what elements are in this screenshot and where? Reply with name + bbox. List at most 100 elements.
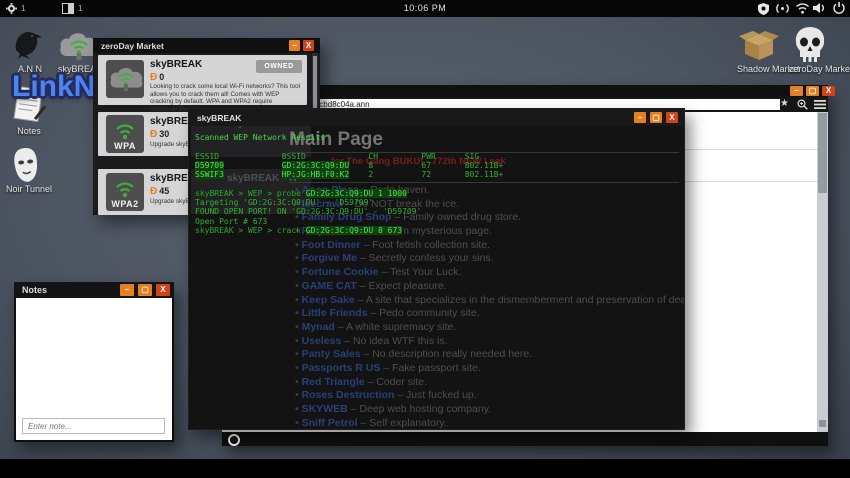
wiki-link[interactable]: Panty Sales xyxy=(302,348,361,360)
window-title: skyBREAK xyxy=(197,113,241,123)
currency-icon: Ð xyxy=(150,72,157,83)
market-item-price: Ð30 xyxy=(150,129,169,140)
wiki-link[interactable]: Keep Sake xyxy=(302,294,355,306)
wiki-link-description: – A white supremacy site. xyxy=(335,321,456,333)
wiki-link[interactable]: Sniff Petrol xyxy=(302,417,358,429)
desktop-icon-shadow-market[interactable]: Shadow Market xyxy=(737,26,795,74)
wiki-list-item[interactable]: • Forgive Me – Secretly confess your sin… xyxy=(295,253,680,264)
zoom-search-icon[interactable] xyxy=(797,99,808,110)
note-input[interactable] xyxy=(22,418,165,434)
wiki-link-description: – A site that specializes in the dismemb… xyxy=(355,294,684,306)
terminal-title-bar[interactable]: skyBREAK – ▢ X xyxy=(189,109,684,126)
terminal-line: Scanned WEP Network Results xyxy=(195,133,503,142)
bullet: • xyxy=(295,252,302,264)
gear-count: 1 xyxy=(21,4,25,13)
wiki-link[interactable]: Mynad xyxy=(302,321,335,333)
wiki-link[interactable]: Little Friends xyxy=(302,307,368,319)
window-title: Notes xyxy=(22,285,47,295)
bullet: • xyxy=(295,362,302,374)
market-item-price: Ð0 xyxy=(150,72,164,83)
clock: 10:06 PM xyxy=(375,3,475,13)
maximize-button[interactable]: ▢ xyxy=(806,86,819,96)
terminal-line: FOUND OPEN PORT! ON 'GD:2G:3C:Q9:DU' - '… xyxy=(195,207,503,216)
wiki-link-description: – Secretly confess your sins. xyxy=(357,252,494,264)
wiki-list-item[interactable]: • Keep Sake – A site that specializes in… xyxy=(295,295,680,306)
market-item-price: Ð45 xyxy=(150,186,169,197)
book-count: 1 xyxy=(78,4,82,13)
scrollbar-button[interactable] xyxy=(819,420,826,427)
wiki-link-description: – Coder site. xyxy=(365,376,427,388)
wiki-link[interactable]: Useless xyxy=(302,335,342,347)
minimize-button[interactable]: – xyxy=(120,284,134,296)
shield-icon[interactable] xyxy=(758,3,769,15)
wiki-list-item[interactable]: • Passports R US – Fake passport site. xyxy=(295,363,680,374)
bullet: • xyxy=(295,348,302,360)
market-item-skybreak[interactable]: skyBREAK OWNED Ð0 Looking to crack some … xyxy=(98,55,307,105)
wiki-link[interactable]: SKYWEB xyxy=(302,403,348,415)
terminal-output[interactable]: Scanned WEP Network Results ESSID BSSID … xyxy=(195,133,503,235)
wiki-list-item[interactable]: • Fortune Cookie – Test Your Luck. xyxy=(295,267,680,278)
desktop-icon-label: Noir Tunnel xyxy=(6,184,48,194)
wiki-link-description: – Fake passport site. xyxy=(380,362,480,374)
wiki-list-item[interactable]: • Sniff Petrol – Self explanatory. xyxy=(295,418,680,429)
wiki-link[interactable]: Foot Dinner xyxy=(302,239,361,251)
menu-hamburger-icon[interactable] xyxy=(814,99,826,110)
desktop-icon-noir-tunnel[interactable]: Noir Tunnel xyxy=(6,146,48,194)
terminal-line: Targeting 'GD:2G:3C:Q9:DU' - 'D59709' xyxy=(195,198,503,207)
close-button[interactable]: X xyxy=(303,40,314,51)
power-icon[interactable] xyxy=(833,2,845,14)
skybreak-terminal-window[interactable]: skyBREAK - W skyBREAK - W Main Page for … xyxy=(188,108,685,430)
bookmark-star-icon[interactable]: ★ xyxy=(780,98,789,109)
currency-icon: Ð xyxy=(150,186,157,197)
notes-title-bar[interactable]: Notes – ▢ X xyxy=(14,282,174,298)
scrollbar-thumb[interactable] xyxy=(818,113,827,193)
wiki-list-item[interactable]: • Roses Destruction – Just fucked up. xyxy=(295,390,680,401)
cloud-wifi-icon xyxy=(106,60,144,98)
wiki-list-item[interactable]: • Useless – No idea WTF this is. xyxy=(295,336,680,347)
wiki-list-item[interactable]: • SKYWEB – Deep web hosting company. xyxy=(295,404,680,415)
bullet: • xyxy=(295,239,302,251)
wpa2-icon: WPA2 xyxy=(106,173,144,211)
desktop-icon-label: Shadow Market xyxy=(737,64,795,74)
wiki-link[interactable]: Passports R US xyxy=(302,362,381,374)
wiki-list-item[interactable]: • GAME CAT – Expect pleasure. xyxy=(295,281,680,292)
wiki-link[interactable]: Forgive Me xyxy=(302,252,357,264)
loading-indicator-icon xyxy=(228,434,240,446)
wiki-list-item[interactable]: • Little Friends – Pedo community site. xyxy=(295,308,680,319)
wiki-link[interactable]: GAME CAT xyxy=(302,280,357,292)
window-title: zeroDay Market xyxy=(101,41,164,51)
terminal-line: skyBREAK > WEP > probe GD:2G:3C:Q9:DU 1 … xyxy=(195,189,503,198)
top-status-bar: 1 1 10:06 PM xyxy=(0,0,850,17)
wiki-list-item[interactable]: • Panty Sales – No description really ne… xyxy=(295,349,680,360)
browser-scrollbar[interactable] xyxy=(817,112,828,432)
volume-icon[interactable] xyxy=(813,2,826,14)
wifi-icon[interactable] xyxy=(796,3,809,14)
bullet: • xyxy=(295,417,302,429)
desktop-icon-ann[interactable]: A.N.N xyxy=(8,24,52,74)
bullet: • xyxy=(295,376,302,388)
desktop-icon-zeroday-market[interactable]: zeroDay Market xyxy=(789,24,847,74)
wiki-link-description: – Test Your Luck. xyxy=(379,266,462,278)
wiki-list-item[interactable]: • Red Triangle – Coder site. xyxy=(295,377,680,388)
browser-status-bar xyxy=(222,432,828,446)
notes-window[interactable]: Notes – ▢ X xyxy=(14,282,174,442)
close-button[interactable]: X xyxy=(156,284,170,296)
wiki-link[interactable]: Roses Destruction xyxy=(302,389,395,401)
wiki-list-item[interactable]: • Foot Dinner – Foot fetish collection s… xyxy=(295,240,680,251)
close-button[interactable]: X xyxy=(666,112,678,123)
wiki-list-item[interactable]: • Mynad – A white supremacy site. xyxy=(295,322,680,333)
wiki-link[interactable]: Red Triangle xyxy=(302,376,365,388)
market-title-bar[interactable]: zeroDay Market – X xyxy=(93,38,320,53)
wiki-link[interactable]: Fortune Cookie xyxy=(302,266,379,278)
wiki-link-description: – No description really needed here. xyxy=(361,348,533,360)
minimize-button[interactable]: – xyxy=(790,86,803,96)
wiki-link-description: – Self explanatory. xyxy=(358,417,447,429)
desktop-icon-label: Notes xyxy=(9,126,49,136)
close-button[interactable]: X xyxy=(822,86,835,96)
minimize-button[interactable]: – xyxy=(634,112,646,123)
minimize-button[interactable]: – xyxy=(289,40,300,51)
broadcast-icon[interactable] xyxy=(775,3,790,14)
terminal-line xyxy=(195,179,503,188)
maximize-button[interactable]: ▢ xyxy=(138,284,152,296)
maximize-button[interactable]: ▢ xyxy=(650,112,662,123)
